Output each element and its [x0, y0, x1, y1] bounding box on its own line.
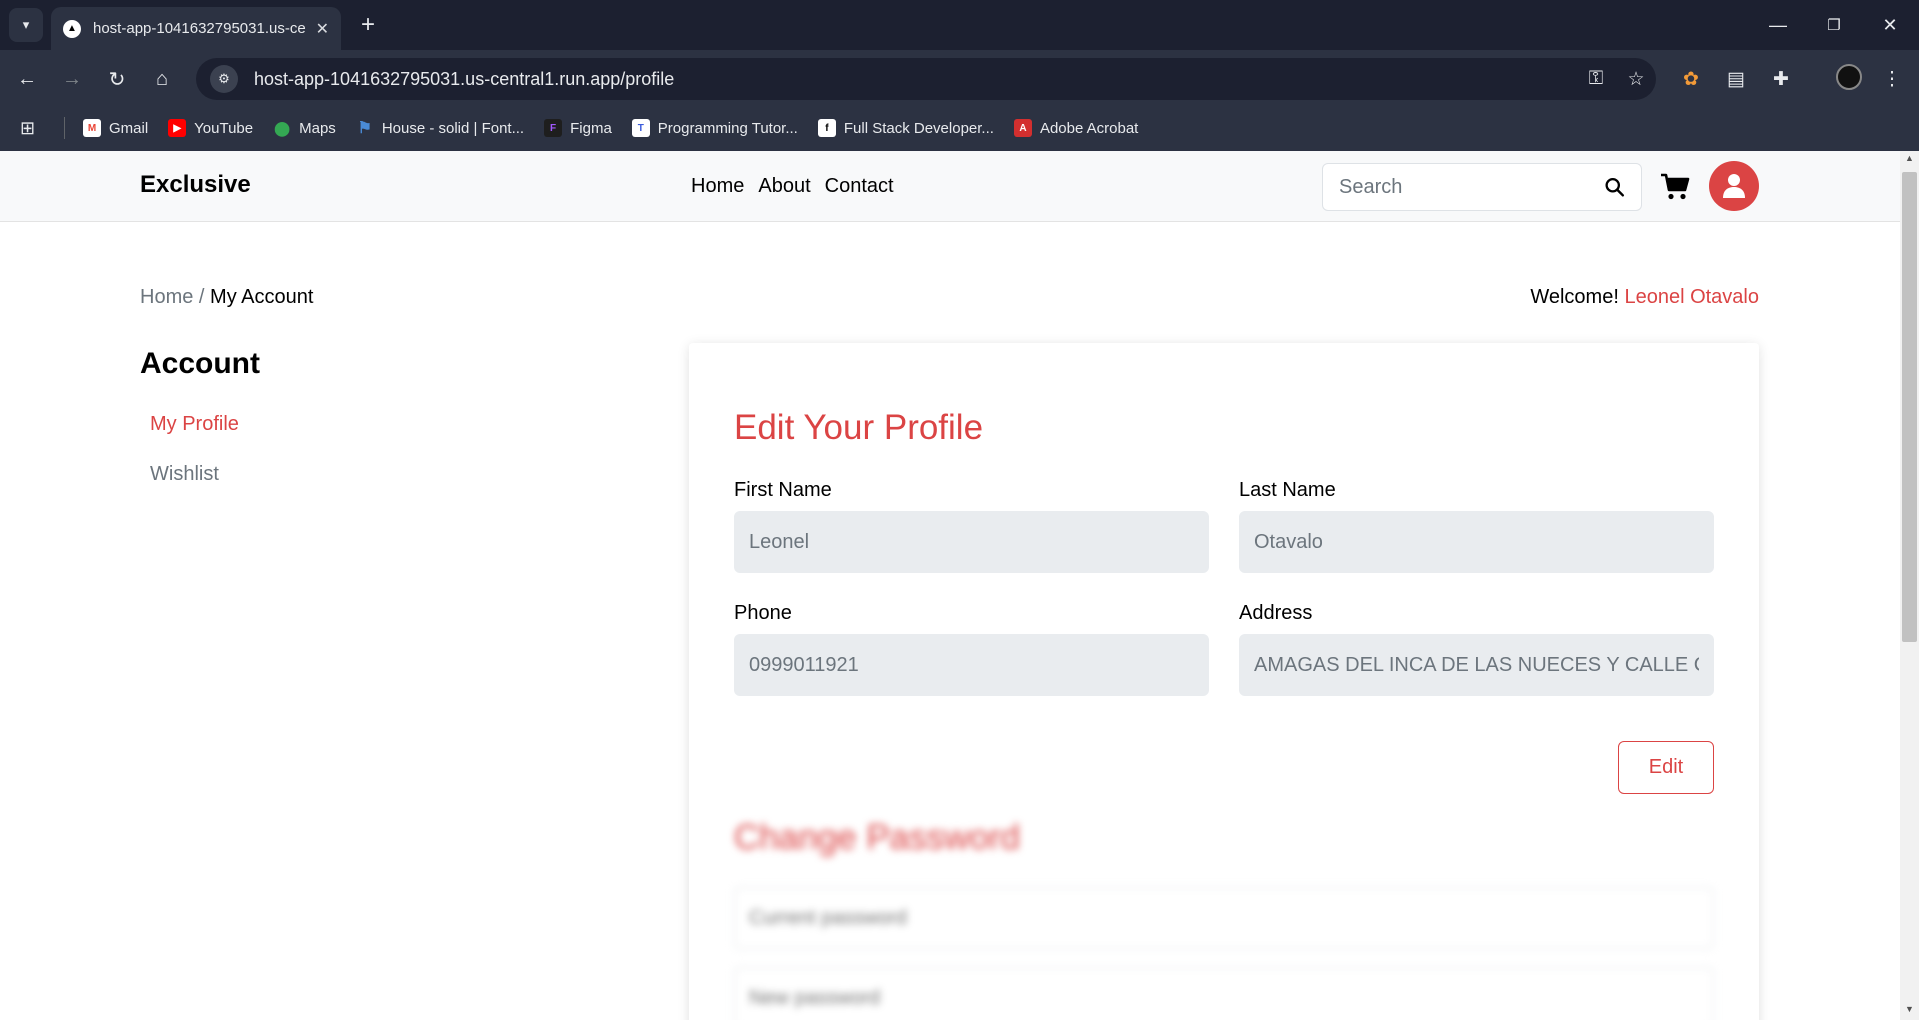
reload-button[interactable]: ↻ [98, 60, 136, 98]
browser-tab[interactable]: ▲ host-app-1041632795031.us-ce ✕ [51, 7, 341, 50]
minimize-window-button[interactable]: — [1750, 0, 1806, 50]
close-window-button[interactable]: ✕ [1862, 0, 1918, 50]
brand-logo[interactable]: Exclusive [140, 171, 251, 199]
gmail-icon: M [83, 119, 101, 137]
address-label: Address [1239, 602, 1313, 624]
bookmarks-divider [64, 117, 65, 139]
bookmark-label: Adobe Acrobat [1039, 119, 1139, 137]
search-box [1322, 163, 1642, 211]
bookmark-gmail[interactable]: M Gmail [83, 119, 148, 137]
browser-menu-icon[interactable]: ⋮ [1874, 61, 1910, 97]
tab-search-button[interactable]: ▾ [9, 8, 43, 42]
first-name-label: First Name [734, 479, 832, 501]
address-bar[interactable]: ⚙ host-app-1041632795031.us-central1.run… [196, 58, 1656, 100]
bookmark-youtube[interactable]: ▶ YouTube [168, 119, 253, 137]
current-password-field[interactable] [734, 887, 1714, 949]
profile-form-title: Edit Your Profile [734, 408, 984, 447]
bookmark-star-icon[interactable]: ☆ [1616, 68, 1656, 91]
flag-icon: ⚑ [357, 120, 372, 137]
password-key-icon[interactable]: ⚿ [1576, 68, 1616, 90]
document-extension-icon[interactable]: ▤ [1718, 61, 1754, 97]
browser-profile-avatar[interactable] [1836, 64, 1862, 90]
sidebar-item-wishlist[interactable]: Wishlist [150, 463, 219, 486]
new-tab-button[interactable]: + [352, 9, 384, 41]
address-field[interactable] [1239, 634, 1714, 696]
browser-toolbar: ← → ↻ ⌂ ⚙ host-app-1041632795031.us-cent… [0, 50, 1919, 158]
nav-home[interactable]: Home [691, 175, 744, 198]
user-icon [1723, 174, 1745, 198]
site-header: Exclusive Home About Contact [0, 151, 1900, 222]
bookmarks-bar: ⊞ M Gmail ▶ YouTube ⬤ Maps ⚑ House - solid |… [0, 110, 1919, 146]
figma-icon: F [544, 119, 563, 137]
first-name-field[interactable] [734, 511, 1209, 573]
page-viewport: Exclusive Home About Contact Hom [0, 151, 1900, 1020]
site-info-icon[interactable]: ⚙ [210, 65, 238, 93]
user-avatar-button[interactable] [1709, 161, 1759, 211]
maps-pin-icon: ⬤ [274, 119, 290, 136]
extensions-puzzle-icon[interactable]: ✚ [1763, 61, 1799, 97]
nav-contact[interactable]: Contact [825, 175, 894, 198]
apps-grid-icon[interactable]: ⊞ [20, 118, 44, 139]
bookmark-maps[interactable]: ⬤ Maps [273, 119, 336, 137]
bookmark-label: YouTube [194, 119, 254, 137]
bookmark-label: House - solid | Font... [381, 119, 525, 137]
address-url[interactable]: host-app-1041632795031.us-central1.run.a… [254, 69, 1576, 90]
welcome-message: Welcome! Leonel Otavalo [1530, 286, 1759, 309]
browser-tab-bar: ▾ ▲ host-app-1041632795031.us-ce ✕ + — ❐… [0, 0, 1919, 50]
close-tab-icon[interactable]: ✕ [316, 19, 329, 39]
youtube-icon: ▶ [168, 119, 187, 137]
tab-title: host-app-1041632795031.us-ce [93, 20, 306, 37]
bookmark-label: Figma [570, 119, 612, 137]
bookmark-full-stack[interactable]: f Full Stack Developer... [817, 119, 994, 137]
bookmark-label: Maps [299, 119, 336, 137]
bookmark-label: Gmail [109, 119, 149, 137]
scrollbar-thumb[interactable] [1902, 172, 1917, 642]
bookmark-programming-tutorials[interactable]: T Programming Tutor... [631, 119, 798, 137]
breadcrumb-home[interactable]: Home [140, 286, 193, 308]
nav-about[interactable]: About [758, 175, 810, 198]
restore-window-button[interactable]: ❐ [1806, 0, 1862, 50]
bookmark-label: Full Stack Developer... [843, 119, 994, 137]
breadcrumb-current: My Account [210, 286, 314, 308]
bookmark-fontawesome[interactable]: ⚑ House - solid | Font... [356, 119, 525, 138]
tutorials-icon: T [631, 119, 650, 137]
bookmark-figma[interactable]: F Figma [544, 119, 612, 137]
scroll-down-arrow-icon[interactable]: ▼ [1902, 1004, 1917, 1018]
site-favicon-icon: ▲ [63, 19, 81, 38]
search-icon[interactable] [1604, 175, 1625, 199]
main-nav: Home About Contact [691, 175, 894, 198]
bookmark-adobe-acrobat[interactable]: A Adobe Acrobat [1013, 119, 1139, 137]
bookmark-label: Programming Tutor... [657, 119, 798, 137]
scroll-up-arrow-icon[interactable]: ▲ [1902, 153, 1917, 167]
profile-card: Edit Your Profile First Name Last Name P… [689, 343, 1759, 1020]
new-password-field[interactable] [734, 967, 1714, 1020]
sidebar-item-my-profile[interactable]: My Profile [150, 413, 239, 436]
phone-field[interactable] [734, 634, 1209, 696]
last-name-field[interactable] [1239, 511, 1714, 573]
breadcrumb-separator: / [198, 286, 205, 308]
change-password-title: Change Password [734, 818, 1020, 857]
forward-button[interactable]: → [53, 60, 91, 98]
home-button[interactable]: ⌂ [143, 60, 181, 98]
acrobat-icon: A [1013, 119, 1032, 137]
sidebar-title: Account [140, 347, 260, 380]
search-input[interactable] [1339, 175, 1604, 199]
cookie-extension-icon[interactable]: ✿ [1673, 61, 1709, 97]
last-name-label: Last Name [1239, 479, 1336, 501]
phone-label: Phone [734, 602, 792, 624]
back-button[interactable]: ← [8, 60, 46, 98]
edit-profile-button[interactable]: Edit [1618, 741, 1714, 794]
breadcrumb: Home / My Account [140, 286, 313, 309]
cart-icon[interactable] [1660, 173, 1690, 201]
welcome-prefix: Welcome! [1530, 286, 1619, 308]
fullstack-icon: f [817, 119, 836, 137]
welcome-user-name: Leonel Otavalo [1624, 286, 1759, 308]
